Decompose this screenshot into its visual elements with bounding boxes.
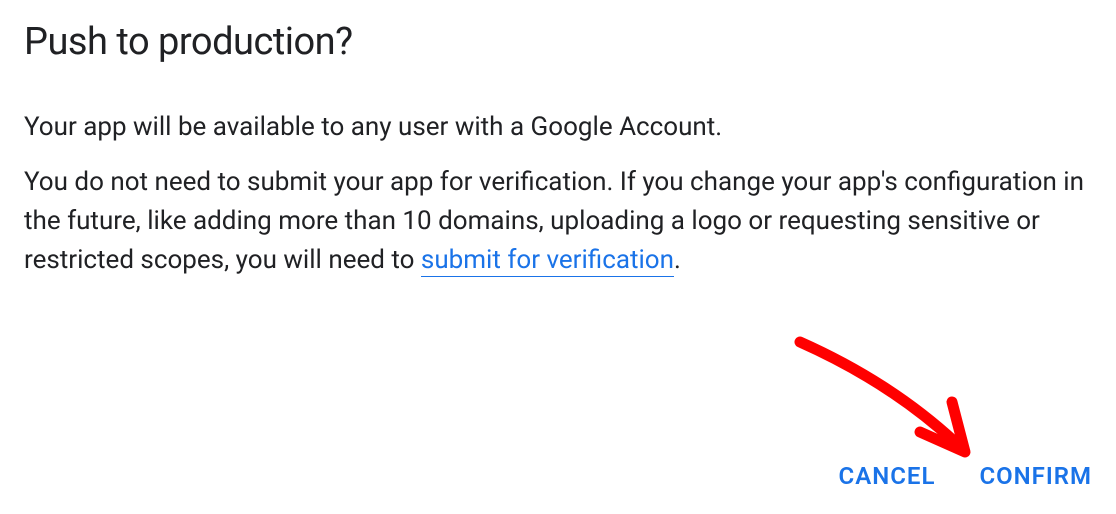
dialog-container: Push to production? Your app will be ava… [0,0,1116,316]
dialog-title: Push to production? [24,20,1092,64]
dialog-paragraph-2: You do not need to submit your app for v… [24,163,1092,280]
confirm-button[interactable]: CONFIRM [979,458,1092,494]
dialog-actions: CANCEL CONFIRM [839,458,1092,494]
submit-for-verification-link[interactable]: submit for verification [421,245,674,277]
cancel-button[interactable]: CANCEL [839,458,936,494]
dialog-paragraph-2-suffix: . [674,245,681,275]
dialog-paragraph-1: Your app will be available to any user w… [24,108,1092,147]
